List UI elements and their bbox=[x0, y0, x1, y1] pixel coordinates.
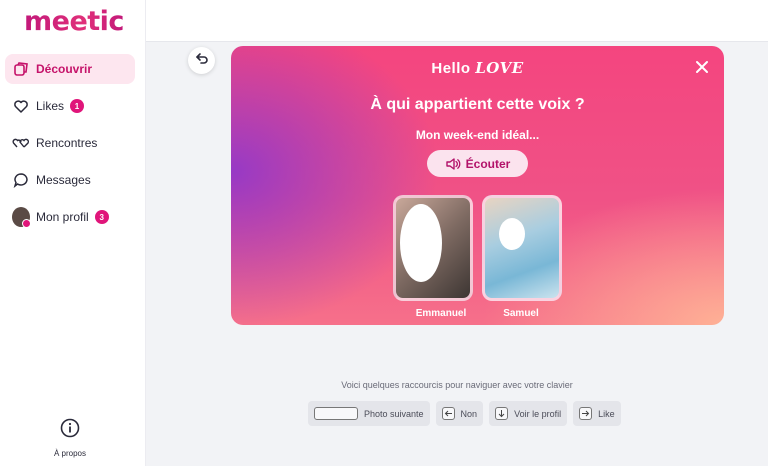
about-link[interactable]: À propos bbox=[40, 418, 100, 461]
back-button[interactable] bbox=[188, 47, 215, 74]
candidate-name: Emmanuel bbox=[415, 308, 467, 319]
arrow-down-key-icon bbox=[495, 407, 509, 420]
listen-label: Écouter bbox=[465, 156, 511, 171]
sidebar-item-label: Découvrir bbox=[36, 62, 93, 76]
shortcut-label: Like bbox=[598, 408, 615, 419]
shortcut-no: Non bbox=[435, 401, 484, 426]
hello-love-brand: Hello LOVE bbox=[231, 59, 724, 77]
arrow-left-key-icon bbox=[441, 407, 455, 420]
sidebar-item-likes[interactable]: Likes 1 bbox=[5, 91, 135, 121]
info-icon bbox=[60, 418, 80, 438]
avatar-wrapper bbox=[12, 207, 31, 228]
speaker-icon bbox=[445, 157, 460, 170]
close-button[interactable] bbox=[694, 59, 710, 75]
question-title: À qui appartient cette voix ? bbox=[370, 96, 585, 113]
candidate-photo-samuel[interactable] bbox=[482, 195, 562, 301]
sidebar-item-mon-profil[interactable]: Mon profil 3 bbox=[5, 202, 135, 232]
sidebar-item-decouvrir[interactable]: Découvrir bbox=[5, 54, 135, 84]
sidebar-item-label: Rencontres bbox=[36, 136, 98, 150]
shortcut-label: Photo suivante bbox=[364, 408, 424, 419]
sidebar-item-messages[interactable]: Messages bbox=[5, 165, 135, 195]
about-label: À propos bbox=[53, 449, 87, 458]
sidebar-nav: Découvrir Likes 1 Rencontres Messages Mo… bbox=[5, 54, 135, 239]
top-bar bbox=[146, 0, 768, 42]
profile-count-badge: 3 bbox=[94, 210, 109, 224]
sidebar-item-label: Mon profil bbox=[36, 210, 89, 224]
undo-arrow-icon bbox=[195, 51, 209, 70]
chat-bubble-icon bbox=[12, 171, 30, 189]
arrow-right-key-icon bbox=[579, 407, 593, 420]
candidate-photo-emmanuel[interactable] bbox=[393, 195, 473, 301]
face-blur-mask bbox=[400, 204, 442, 282]
listen-button[interactable]: Écouter bbox=[427, 150, 528, 177]
sidebar-item-label: Likes bbox=[36, 99, 65, 113]
heart-icon bbox=[12, 97, 30, 115]
meetic-logo[interactable]: meetic bbox=[24, 6, 124, 37]
voice-game-card: Hello LOVE À qui appartient cette voix ?… bbox=[231, 46, 724, 325]
face-blur-mask bbox=[499, 218, 525, 250]
space-key-icon bbox=[314, 407, 358, 420]
shortcut-like: Like bbox=[573, 401, 621, 426]
sidebar: meetic Découvrir Likes 1 Rencontres Mess… bbox=[0, 0, 146, 466]
brand-script: LOVE bbox=[475, 59, 524, 77]
shortcut-label: Non bbox=[460, 408, 478, 419]
shortcuts-title: Voici quelques raccourcis pour naviguer … bbox=[341, 380, 573, 390]
likes-count-badge: 1 bbox=[70, 99, 85, 113]
shortcut-next-photo: Photo suivante bbox=[308, 401, 430, 426]
cards-icon bbox=[12, 60, 30, 78]
shortcut-label: Voir le profil bbox=[514, 408, 562, 419]
shortcut-view-profile: Voir le profil bbox=[489, 401, 568, 426]
shortcuts-bar: Photo suivante Non Voir le profil Like bbox=[308, 401, 621, 426]
brand-plain: Hello bbox=[431, 60, 471, 77]
voice-subtitle: Mon week-end idéal... bbox=[415, 128, 540, 142]
sidebar-item-label: Messages bbox=[36, 173, 91, 187]
avatar bbox=[12, 207, 31, 228]
candidate-name: Samuel bbox=[503, 308, 539, 319]
close-icon bbox=[696, 61, 708, 73]
double-heart-icon bbox=[12, 134, 30, 152]
sidebar-item-rencontres[interactable]: Rencontres bbox=[5, 128, 135, 158]
